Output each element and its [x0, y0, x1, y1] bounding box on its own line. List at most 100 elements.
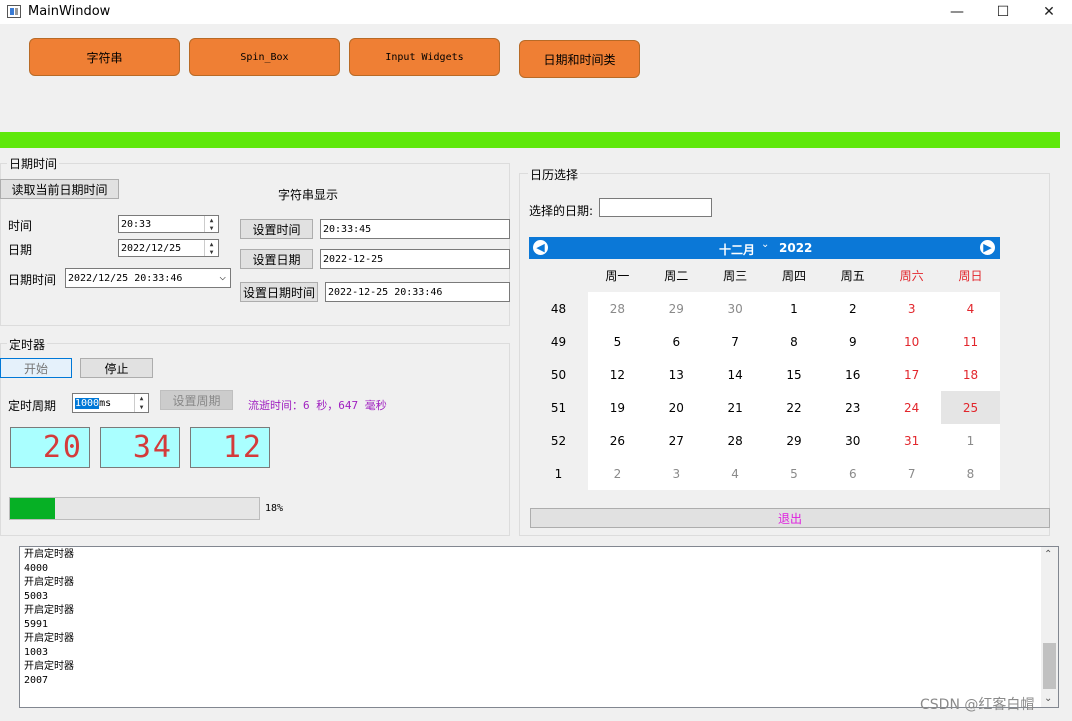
exit-button[interactable]: 退出	[530, 508, 1050, 528]
calendar-day[interactable]: 21	[705, 391, 765, 424]
calendar-day[interactable]: 28	[588, 292, 647, 325]
spin-down-icon[interactable]: ▼	[135, 403, 148, 412]
datetime-combo[interactable]: 2022/12/25 20:33:46 ⌵	[65, 268, 231, 288]
calendar-day[interactable]: 4	[705, 457, 765, 490]
period-arrows[interactable]: ▲ ▼	[134, 394, 148, 412]
log-line: 1003	[24, 647, 49, 658]
spin-down-icon[interactable]: ▼	[205, 248, 218, 256]
spin-down-icon[interactable]: ▼	[205, 224, 218, 232]
calendar-day[interactable]: 26	[588, 424, 647, 457]
datetime-label: 日期时间	[8, 273, 57, 287]
calendar-day[interactable]: 7	[882, 457, 942, 490]
calendar-day[interactable]: 31	[882, 424, 942, 457]
calendar-day[interactable]: 9	[823, 325, 883, 358]
spin-up-icon[interactable]: ▲	[205, 216, 218, 224]
calendar-day[interactable]: 24	[882, 391, 942, 424]
time-edit-arrows[interactable]: ▲ ▼	[204, 216, 218, 232]
calendar-day[interactable]: 3	[646, 457, 706, 490]
vertical-scrollbar[interactable]: ⌃ ⌄	[1041, 547, 1058, 707]
calendar-day[interactable]: 29	[764, 424, 824, 457]
calendar-day[interactable]: 28	[705, 424, 765, 457]
calendar-month[interactable]: 十二月	[719, 241, 755, 258]
progress-text: 18%	[265, 503, 284, 514]
calendar-day[interactable]: 4	[941, 292, 1000, 325]
calendar-day[interactable]: 23	[823, 391, 883, 424]
calendar-day[interactable]: 10	[882, 325, 942, 358]
spin-up-icon[interactable]: ▲	[205, 240, 218, 248]
set-time-button[interactable]: 设置时间	[240, 219, 313, 239]
weekday-header: 周五	[823, 259, 883, 292]
prev-month-icon[interactable]: ◀	[533, 240, 548, 255]
datetime-tab-button[interactable]: 日期和时间类	[519, 40, 640, 78]
date-edit-value: 2022/12/25	[121, 242, 182, 254]
calendar-day[interactable]: 25	[941, 391, 1000, 424]
calendar-day[interactable]: 3	[882, 292, 942, 325]
calendar-day[interactable]: 12	[588, 358, 647, 391]
minimize-button[interactable]: —	[934, 0, 980, 24]
app-icon	[7, 5, 21, 18]
calendar-day[interactable]: 30	[823, 424, 883, 457]
log-textarea[interactable]: 开启定时器 4000 开启定时器 5003 开启定时器 5991 开启定时器 1003 开启定时…	[19, 546, 1059, 708]
title-bar: MainWindow — ☐ ✕	[0, 0, 1072, 24]
spin-up-icon[interactable]: ▲	[135, 394, 148, 403]
calendar-day[interactable]: 20	[646, 391, 706, 424]
read-datetime-button[interactable]: 读取当前日期时间	[0, 179, 119, 199]
calendar-day[interactable]: 11	[941, 325, 1000, 358]
set-date-field[interactable]: 2022-12-25	[320, 249, 510, 269]
scroll-thumb[interactable]	[1043, 643, 1056, 689]
calendar-year[interactable]: 2022	[779, 241, 812, 255]
week-number: 1	[529, 457, 588, 490]
calendar-day[interactable]: 22	[764, 391, 824, 424]
calendar-day[interactable]: 6	[646, 325, 706, 358]
set-datetime-field[interactable]: 2022-12-25 20:33:46	[325, 282, 510, 302]
datetime-group-title: 日期时间	[7, 155, 60, 172]
log-line: 开启定时器	[24, 605, 74, 616]
date-edit-arrows[interactable]: ▲ ▼	[204, 240, 218, 256]
next-month-icon[interactable]: ▶	[980, 240, 995, 255]
input-widgets-tab-button[interactable]: Input Widgets	[349, 38, 500, 76]
start-button[interactable]: 开始	[0, 358, 72, 378]
set-datetime-button[interactable]: 设置日期时间	[240, 282, 318, 302]
string-tab-button[interactable]: 字符串	[29, 38, 180, 76]
log-line: 开启定时器	[24, 577, 74, 588]
period-spinbox[interactable]: 1000 ms ▲ ▼	[72, 393, 149, 413]
chevron-down-icon[interactable]: ⌵	[219, 270, 226, 283]
stop-button[interactable]: 停止	[80, 358, 153, 378]
calendar-day[interactable]: 19	[588, 391, 647, 424]
calendar-day[interactable]: 5	[764, 457, 824, 490]
calendar-day[interactable]: 7	[705, 325, 765, 358]
calendar-day[interactable]: 1	[764, 292, 824, 325]
calendar-day[interactable]: 15	[764, 358, 824, 391]
selected-date-field[interactable]	[599, 198, 712, 217]
calendar-day[interactable]: 6	[823, 457, 883, 490]
scroll-down-icon[interactable]: ⌄	[1044, 693, 1052, 704]
date-edit[interactable]: 2022/12/25 ▲ ▼	[118, 239, 219, 257]
calendar-day[interactable]: 18	[941, 358, 1000, 391]
calendar-day[interactable]: 8	[764, 325, 824, 358]
month-dropdown-icon[interactable]: ⌄	[761, 239, 769, 250]
calendar-day[interactable]: 1	[941, 424, 1000, 457]
weekday-header: 周四	[764, 259, 824, 292]
set-date-button[interactable]: 设置日期	[240, 249, 313, 269]
calendar-day[interactable]: 5	[588, 325, 647, 358]
calendar-day[interactable]: 8	[941, 457, 1000, 490]
close-button[interactable]: ✕	[1026, 0, 1072, 24]
set-period-button[interactable]: 设置周期	[160, 390, 233, 410]
divider-bar	[0, 132, 1060, 148]
spinbox-tab-button[interactable]: Spin_Box	[189, 38, 340, 76]
scroll-up-icon[interactable]: ⌃	[1044, 549, 1052, 560]
time-edit[interactable]: 20:33 ▲ ▼	[118, 215, 219, 233]
lcd-hour: 20	[10, 427, 90, 468]
calendar-day[interactable]: 27	[646, 424, 706, 457]
calendar-day[interactable]: 29	[646, 292, 706, 325]
calendar-day[interactable]: 14	[705, 358, 765, 391]
calendar-day[interactable]: 16	[823, 358, 883, 391]
maximize-button[interactable]: ☐	[980, 0, 1026, 24]
calendar-day[interactable]: 30	[705, 292, 765, 325]
calendar-day[interactable]: 2	[823, 292, 883, 325]
set-time-field[interactable]: 20:33:45	[320, 219, 510, 239]
calendar-day[interactable]: 13	[646, 358, 706, 391]
calendar-day[interactable]: 2	[588, 457, 647, 490]
calendar-day[interactable]: 17	[882, 358, 942, 391]
week-number: 48	[529, 292, 588, 325]
